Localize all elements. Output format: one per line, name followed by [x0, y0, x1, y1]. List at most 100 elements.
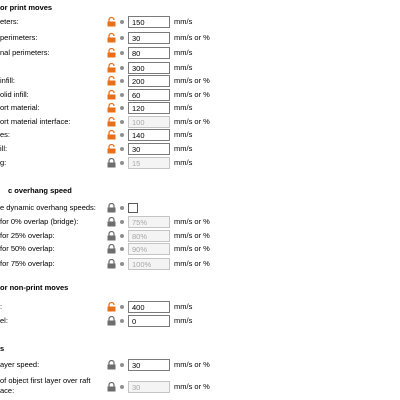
system-value-dot [120, 206, 124, 210]
system-value-dot [120, 161, 124, 165]
setting-label: of object first layer over raft [0, 376, 91, 385]
setting-label: ill: [0, 144, 8, 153]
setting-label: for 0% overlap (bridge): [0, 217, 79, 226]
setting-unit: mm/s or % [174, 259, 210, 268]
setting-row: : 400 mm/s [0, 300, 400, 314]
system-value-dot [120, 319, 124, 323]
setting-value-input[interactable]: 0 [128, 315, 170, 327]
setting-row: es: 140 mm/s [0, 128, 400, 142]
overhang-title: c overhang speed [8, 186, 72, 195]
lock-icon[interactable] [107, 158, 116, 168]
unlocked-icon[interactable] [107, 302, 116, 312]
setting-value-input[interactable]: 30 [128, 143, 170, 155]
setting-value-input[interactable]: 60 [128, 89, 170, 101]
setting-value-input[interactable]: 200 [128, 75, 170, 87]
setting-row: olid infill: 60 mm/s or % [0, 88, 400, 102]
print-moves-title: or print moves [0, 3, 53, 12]
setting-row: nal perimeters: 80 mm/s [0, 46, 400, 60]
setting-row: for 0% overlap (bridge): 75% mm/s or % [0, 215, 400, 229]
setting-label: eters: [0, 17, 19, 26]
setting-row: g: 15 mm/s [0, 156, 400, 170]
system-value-dot [120, 234, 124, 238]
setting-value-input[interactable]: 300 [128, 62, 170, 74]
setting-label: for 75% overlap: [0, 259, 55, 268]
unlocked-icon[interactable] [107, 103, 116, 113]
setting-row: ort material interface: 100 mm/s or % [0, 115, 400, 129]
dynamic-overhang-checkbox[interactable] [128, 203, 138, 213]
setting-unit: mm/s or % [174, 217, 210, 226]
setting-label: nal perimeters: [0, 48, 50, 57]
unlocked-icon[interactable] [107, 130, 116, 140]
unlocked-icon[interactable] [107, 63, 116, 73]
setting-row: ort material: 120 mm/s [0, 101, 400, 115]
setting-label: ort material: [0, 103, 40, 112]
system-value-dot [120, 120, 124, 124]
setting-value-input: 80% [128, 230, 170, 242]
system-value-dot [120, 20, 124, 24]
setting-label: : [0, 302, 3, 311]
setting-value-input: 100 [128, 116, 170, 128]
setting-row: for 50% overlap: 90% mm/s or % [0, 242, 400, 256]
lock-icon[interactable] [107, 259, 116, 269]
lock-icon[interactable] [107, 217, 116, 227]
setting-label-line2: ace: [0, 386, 15, 395]
setting-unit: mm/s or % [174, 90, 210, 99]
setting-row: 300 mm/s [0, 61, 400, 75]
overhang-enable-label: e dynamic overhang speeds: [0, 203, 96, 212]
setting-unit: mm/s [174, 316, 193, 325]
system-value-dot [120, 133, 124, 137]
setting-label: el: [0, 316, 8, 325]
setting-unit: mm/s or % [174, 33, 210, 42]
setting-value-input: 15 [128, 157, 170, 169]
unlocked-icon[interactable] [107, 48, 116, 58]
setting-value-input: 75% [128, 216, 170, 228]
setting-label: infill: [0, 76, 16, 85]
setting-value-input: 30 [128, 381, 170, 393]
lock-icon[interactable] [107, 231, 116, 241]
setting-unit: mm/s or % [174, 117, 210, 126]
setting-value-input: 90% [128, 243, 170, 255]
setting-row: ill: 30 mm/s [0, 142, 400, 156]
setting-value-input[interactable]: 140 [128, 129, 170, 141]
setting-label: g: [0, 158, 7, 167]
setting-row: infill: 200 mm/s or % [0, 74, 400, 88]
system-value-dot [120, 247, 124, 251]
setting-row: of object first layer over raft ace: 30 mm/… [0, 374, 400, 395]
non-print-title: or non-print moves [0, 283, 69, 292]
setting-unit: mm/s [174, 17, 193, 26]
setting-row: for 25% overlap: 80% mm/s or % [0, 229, 400, 243]
setting-value-input[interactable]: 30 [128, 359, 170, 371]
unlocked-icon[interactable] [107, 117, 116, 127]
overhang-enable-row: e dynamic overhang speeds: [0, 201, 400, 215]
setting-unit: mm/s [174, 103, 193, 112]
setting-value-input[interactable]: 120 [128, 102, 170, 114]
unlocked-icon[interactable] [107, 144, 116, 154]
lock-icon[interactable] [107, 244, 116, 254]
unlocked-icon[interactable] [107, 33, 116, 43]
setting-value-input[interactable]: 30 [128, 32, 170, 44]
setting-value-input: 100% [128, 258, 170, 270]
setting-label: for 50% overlap: [0, 244, 55, 253]
system-value-dot [120, 66, 124, 70]
setting-row: for 75% overlap: 100% mm/s or % [0, 257, 400, 271]
lock-icon[interactable] [107, 382, 116, 392]
setting-value-input[interactable]: 150 [128, 16, 170, 28]
setting-label: for 25% overlap: [0, 231, 55, 240]
lock-icon[interactable] [107, 360, 116, 370]
setting-value-input[interactable]: 80 [128, 47, 170, 59]
setting-unit: mm/s [174, 130, 193, 139]
lock-icon[interactable] [107, 316, 116, 326]
setting-label: es: [0, 130, 11, 139]
unlocked-icon[interactable] [107, 17, 116, 27]
setting-value-input[interactable]: 400 [128, 301, 170, 313]
setting-unit: mm/s [174, 48, 193, 57]
lock-icon[interactable] [107, 203, 116, 213]
unlocked-icon[interactable] [107, 76, 116, 86]
setting-row: eters: 150 mm/s [0, 15, 400, 29]
system-value-dot [120, 106, 124, 110]
setting-unit: mm/s or % [174, 360, 210, 369]
unlocked-icon[interactable] [107, 90, 116, 100]
system-value-dot [120, 305, 124, 309]
setting-unit: mm/s or % [174, 244, 210, 253]
setting-unit: mm/s [174, 63, 193, 72]
